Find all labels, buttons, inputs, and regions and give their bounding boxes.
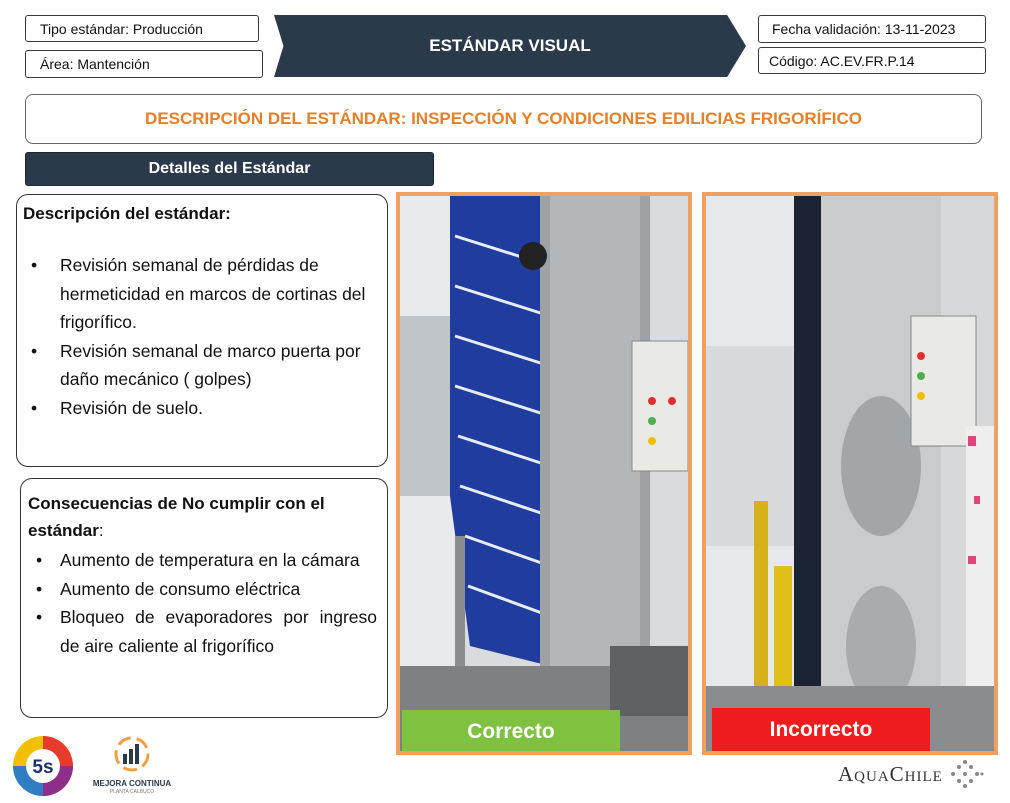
banner-text: ESTÁNDAR VISUAL xyxy=(429,36,591,55)
description-item: Revisión de suelo. xyxy=(23,394,373,423)
consequences-list: Aumento de temperatura en la cámara Aume… xyxy=(28,546,377,660)
5s-logo-icon: 5s xyxy=(13,736,73,796)
details-label: Detalles del Estándar xyxy=(148,160,311,177)
estandar-visual-banner: ESTÁNDAR VISUAL xyxy=(274,15,746,77)
consequence-item: Aumento de consumo eléctrica xyxy=(28,575,377,604)
description-item: Revisión semanal de marco puerta por dañ… xyxy=(23,337,373,394)
aquachile-text: AquaChile xyxy=(838,761,943,786)
incorrect-photo: Incorrecto xyxy=(702,192,998,755)
description-panel: Descripción del estándar: Revisión seman… xyxy=(16,194,388,467)
description-item: Revisión semanal de pérdidas de hermetic… xyxy=(23,251,373,337)
logo-5s: 5s xyxy=(10,734,76,798)
incorrect-door-image xyxy=(706,196,994,751)
codigo-text: Código: AC.EV.FR.P.14 xyxy=(769,52,915,69)
details-bar: Detalles del Estándar xyxy=(25,152,434,186)
standard-title: DESCRIPCIÓN DEL ESTÁNDAR: INSPECCIÓN Y C… xyxy=(145,109,862,128)
correct-label-text: Correcto xyxy=(467,720,555,743)
correct-label: Correcto xyxy=(402,710,620,751)
planta-calbuco-text: PLANTA CALBUCO xyxy=(109,789,155,795)
description-heading: Descripción del estándar: xyxy=(23,204,231,223)
aquachile-logo: AquaChile xyxy=(838,754,1006,794)
consequence-item: Bloqueo de evaporadores por ingreso de a… xyxy=(28,603,377,660)
consequences-panel: Consecuencias de No cumplir con el están… xyxy=(20,478,388,718)
consequences-heading: Consecuencias de No cumplir con el están… xyxy=(28,494,325,540)
area-text: Área: Mantención xyxy=(40,56,150,72)
tipo-estandar-box: Tipo estándar: Producción xyxy=(25,15,259,42)
consequences-heading-wrap: Consecuencias de No cumplir con el están… xyxy=(28,490,377,544)
incorrect-label-text: Incorrecto xyxy=(769,717,873,741)
mejora-continua-icon xyxy=(114,736,150,772)
description-list: Revisión semanal de pérdidas de hermetic… xyxy=(23,251,373,422)
correct-door-image xyxy=(400,196,688,751)
mejora-continua-logo: MEJORA CONTINUA PLANTA CALBUCO xyxy=(88,734,176,798)
area-box: Área: Mantención xyxy=(25,50,263,78)
fecha-validacion-text: Fecha validación: 13-11-2023 xyxy=(772,21,956,37)
aquachile-wave-icon xyxy=(950,760,984,788)
mejora-continua-text: MEJORA CONTINUA xyxy=(92,779,172,788)
tipo-estandar-text: Tipo estándar: Producción xyxy=(40,20,203,37)
fecha-validacion-box: Fecha validación: 13-11-2023 xyxy=(758,15,986,43)
incorrect-label: Incorrecto xyxy=(712,708,930,751)
5s-text: 5s xyxy=(32,757,53,778)
standard-title-box: DESCRIPCIÓN DEL ESTÁNDAR: INSPECCIÓN Y C… xyxy=(25,94,982,144)
codigo-box: Código: AC.EV.FR.P.14 xyxy=(758,47,986,74)
consequences-heading-colon: : xyxy=(98,521,104,540)
consequence-item: Aumento de temperatura en la cámara xyxy=(28,546,377,575)
correct-photo: Correcto xyxy=(396,192,692,755)
